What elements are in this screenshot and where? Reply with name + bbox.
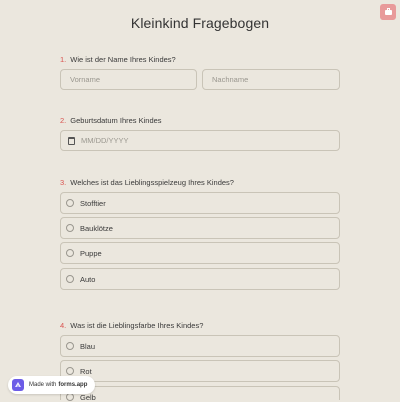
option-label: Blau <box>80 341 96 351</box>
badge-prefix: Made with <box>29 382 57 388</box>
badge-brand: forms.app <box>58 382 88 388</box>
radio-button[interactable] <box>66 342 74 350</box>
radio-button[interactable] <box>66 367 74 375</box>
option-blau[interactable]: Blau <box>60 335 340 357</box>
option-rot[interactable]: Rot <box>60 360 340 382</box>
calendar-icon <box>68 136 75 145</box>
question-text: Was ist die Lieblingsfarbe Ihres Kindes? <box>70 321 204 330</box>
option-label: Auto <box>80 274 96 284</box>
option-label: Bauklötze <box>80 223 113 233</box>
question-number: 1. <box>60 55 67 64</box>
forms-app-logo-icon <box>12 379 24 391</box>
question-text: Welches ist das Lieblingsspielzeug Ihres… <box>70 178 234 187</box>
question-text: Wie ist der Name Ihres Kindes? <box>70 55 176 64</box>
question-text: Geburtsdatum Ihres Kindes <box>70 116 162 125</box>
option-label: Stofftier <box>80 198 106 208</box>
radio-button[interactable] <box>66 275 74 283</box>
made-with-badge[interactable]: Made with forms.app <box>8 376 96 394</box>
option-label: Puppe <box>80 248 102 258</box>
birthdate-field[interactable] <box>60 130 340 151</box>
birthdate-input[interactable] <box>81 136 339 145</box>
question-number: 3. <box>60 178 67 187</box>
first-name-input[interactable] <box>70 75 196 84</box>
question-number: 2. <box>60 116 67 125</box>
option-label: Gelb <box>80 393 96 402</box>
question-4-label: 4. Was ist die Lieblingsfarbe Ihres Kinde… <box>60 321 203 330</box>
last-name-field[interactable] <box>202 69 340 90</box>
question-1-label: 1. Wie ist der Name Ihres Kindes? <box>60 55 176 64</box>
question-2-label: 2. Geburtsdatum Ihres Kindes <box>60 116 162 125</box>
option-gelb[interactable]: Gelb <box>60 386 340 402</box>
option-auto[interactable]: Auto <box>60 268 340 290</box>
option-puppe[interactable]: Puppe <box>60 242 340 264</box>
first-name-field[interactable] <box>60 69 197 90</box>
radio-button[interactable] <box>66 249 74 257</box>
option-stofftier[interactable]: Stofftier <box>60 192 340 214</box>
briefcase-icon <box>384 7 392 15</box>
last-name-input[interactable] <box>212 75 339 84</box>
question-3-label: 3. Welches ist das Lieblingsspielzeug Ihr… <box>60 178 234 187</box>
radio-button[interactable] <box>66 199 74 207</box>
question-number: 4. <box>60 321 67 330</box>
form-title: Kleinkind Fragebogen <box>130 15 270 31</box>
radio-button[interactable] <box>66 224 74 232</box>
option-label: Rot <box>80 366 92 376</box>
option-baukloetze[interactable]: Bauklötze <box>60 217 340 239</box>
share-button[interactable] <box>380 4 396 20</box>
